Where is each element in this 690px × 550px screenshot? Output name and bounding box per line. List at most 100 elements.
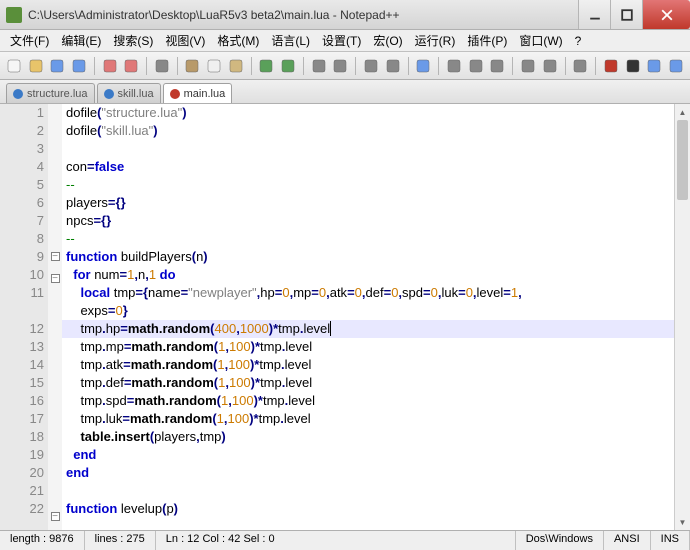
macro-stop-icon[interactable] [623,56,643,76]
line-number: 5 [4,176,44,194]
menu-视图[interactable]: 视图(V) [159,30,211,51]
save-icon[interactable] [47,56,67,76]
code-line[interactable]: players={} [62,194,674,212]
scroll-up-icon[interactable]: ▲ [675,104,690,120]
line-number: 18 [4,428,44,446]
print-icon[interactable] [152,56,172,76]
code-line[interactable]: con=false [62,158,674,176]
status-length: length : 9876 [0,531,85,550]
menu-文件[interactable]: 文件(F) [4,30,55,51]
code-line[interactable]: end [62,464,674,482]
code-area[interactable]: dofile("structure.lua")dofile("skill.lua… [62,104,674,530]
saved-icon [104,89,114,99]
code-line[interactable]: function levelup(p) [62,500,674,518]
code-line[interactable]: tmp.luk=math.random(1,100)*tmp.level [62,410,674,428]
line-number: 19 [4,446,44,464]
zoom-in-icon[interactable] [361,56,381,76]
replace-icon[interactable] [331,56,351,76]
maximize-button[interactable] [610,0,642,29]
close-button[interactable] [642,0,690,29]
tab-label: skill.lua [118,88,154,100]
code-line[interactable]: tmp.def=math.random(1,100)*tmp.level [62,374,674,392]
tab-skill-lua[interactable]: skill.lua [97,83,161,103]
saved-icon [13,89,23,99]
menu-语言[interactable]: 语言(L) [265,30,316,51]
wrap-icon[interactable] [444,56,464,76]
macro-play-icon[interactable] [645,56,665,76]
redo-icon[interactable] [278,56,298,76]
code-line[interactable]: exps=0} [62,302,674,320]
code-line[interactable]: dofile("skill.lua") [62,122,674,140]
sync-icon[interactable] [414,56,434,76]
code-line[interactable]: tmp.mp=math.random(1,100)*tmp.level [62,338,674,356]
code-line[interactable]: end [62,446,674,464]
fold-minus-icon[interactable]: − [51,274,60,283]
fold-icon[interactable] [518,56,538,76]
menu-搜索[interactable]: 搜索(S) [107,30,159,51]
paste-icon[interactable] [226,56,246,76]
menu-格式[interactable]: 格式(M) [211,30,265,51]
zoom-out-icon[interactable] [383,56,403,76]
window-titlebar: C:\Users\Administrator\Desktop\LuaR5v3 b… [0,0,690,30]
fold-gutter[interactable]: − − − [48,104,62,530]
code-line[interactable]: -- [62,230,674,248]
fold-minus-icon[interactable]: − [51,252,60,261]
vertical-scrollbar[interactable]: ▲ ▼ [674,104,690,530]
menu-编辑[interactable]: 编辑(E) [55,30,107,51]
menu-插件[interactable]: 插件(P) [461,30,513,51]
close-all-icon[interactable] [121,56,141,76]
code-line[interactable]: function buildPlayers(n) [62,248,674,266]
line-number: 22 [4,500,44,518]
menu-设置[interactable]: 设置(T) [316,30,367,51]
cut-icon[interactable] [183,56,203,76]
tab-structure-lua[interactable]: structure.lua [6,83,95,103]
code-line[interactable]: tmp.atk=math.random(1,100)*tmp.level [62,356,674,374]
line-number: 13 [4,338,44,356]
scroll-thumb[interactable] [677,120,688,200]
all-chars-icon[interactable] [466,56,486,76]
code-line[interactable]: dofile("structure.lua") [62,104,674,122]
indent-icon[interactable] [488,56,508,76]
macro-rec-icon[interactable] [601,56,621,76]
find-icon[interactable] [309,56,329,76]
code-line[interactable] [62,140,674,158]
status-lines: lines : 275 [85,531,156,550]
hide-icon[interactable] [571,56,591,76]
line-number: 17 [4,410,44,428]
status-bar: length : 9876 lines : 275 Ln : 12 Col : … [0,530,690,550]
app-icon [6,7,22,23]
code-line[interactable]: tmp.hp=math.random(400,1000)*tmp.level [62,320,674,338]
minimize-button[interactable] [578,0,610,29]
code-line[interactable]: local tmp={name="newplayer",hp=0,mp=0,at… [62,284,674,302]
fold-minus-icon[interactable]: − [51,512,60,521]
line-number: 3 [4,140,44,158]
new-icon[interactable] [4,56,24,76]
line-number: 20 [4,464,44,482]
line-number-gutter: 12345678910111213141516171819202122 [0,104,48,530]
code-line[interactable]: npcs={} [62,212,674,230]
code-line[interactable]: table.insert(players,tmp) [62,428,674,446]
copy-icon[interactable] [204,56,224,76]
code-line[interactable]: -- [62,176,674,194]
tab-bar: structure.lua skill.lua main.lua [0,80,690,104]
status-insert-mode: INS [651,531,690,550]
close-icon[interactable] [100,56,120,76]
code-line[interactable] [62,482,674,500]
tab-main-lua[interactable]: main.lua [163,83,233,103]
undo-icon[interactable] [257,56,277,76]
save-all-icon[interactable] [69,56,89,76]
unfold-icon[interactable] [540,56,560,76]
code-line[interactable]: for num=1,n,1 do [62,266,674,284]
line-number: 1 [4,104,44,122]
tab-label: structure.lua [27,88,88,100]
code-line[interactable]: tmp.spd=math.random(1,100)*tmp.level [62,392,674,410]
scroll-down-icon[interactable]: ▼ [675,514,690,530]
macro-run-icon[interactable] [666,56,686,76]
menu-运行[interactable]: 运行(R) [409,30,462,51]
line-number: 8 [4,230,44,248]
menu-宏[interactable]: 宏(O) [367,30,408,51]
menu-?[interactable]: ? [569,32,588,50]
open-icon[interactable] [26,56,46,76]
line-number: 16 [4,392,44,410]
menu-窗口[interactable]: 窗口(W) [513,30,568,51]
